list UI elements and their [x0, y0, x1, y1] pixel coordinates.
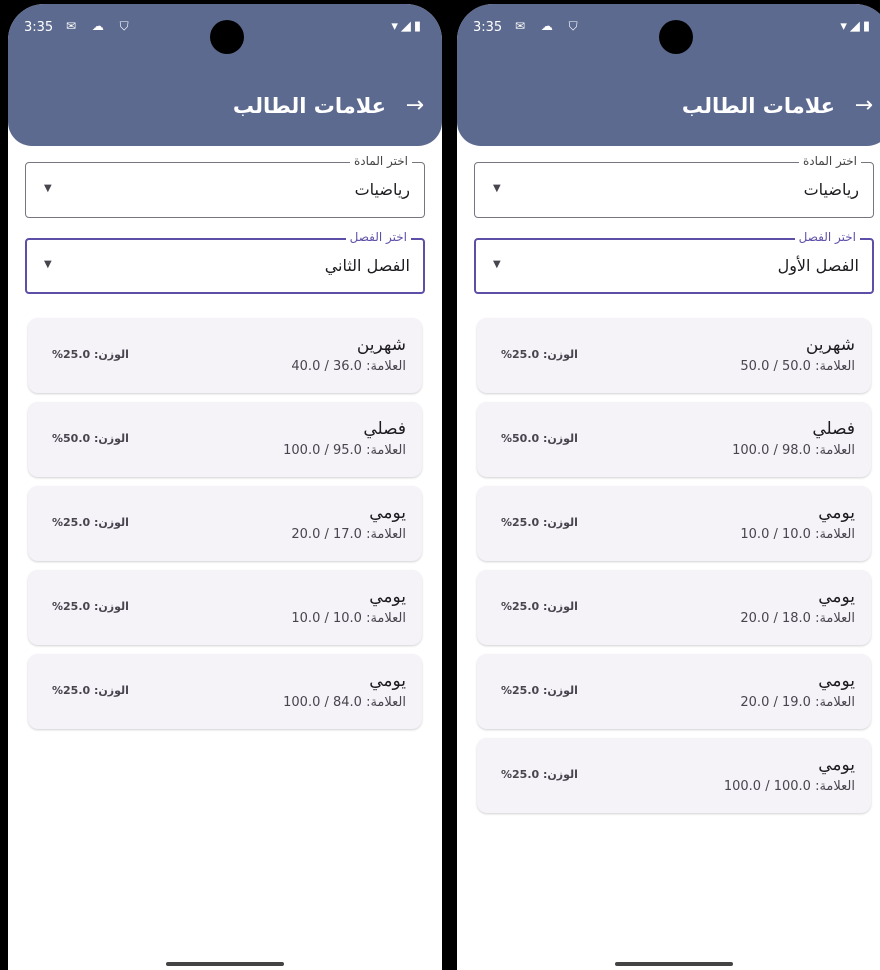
grade-type: يومي	[818, 755, 855, 775]
camera-cutout	[659, 20, 693, 54]
grade-score: العلامة: 17.0 / 20.0	[291, 527, 406, 542]
arrow-forward-icon[interactable]: →	[406, 92, 424, 120]
gesture-home-bar[interactable]	[166, 962, 284, 966]
grade-weight: الوزن: 25.0%	[501, 768, 578, 781]
grade-card[interactable]: يومي العلامة: 10.0 / 10.0 الوزن: 25.0%	[477, 486, 871, 561]
semester-dropdown[interactable]: اختر الفصل الفصل الأول ▼	[474, 229, 874, 294]
page-title: علامات الطالب	[232, 94, 386, 118]
signal-battery-icons: ▾◢▮	[391, 19, 424, 34]
notification-icons: ✉ ☁ ⛉	[515, 19, 584, 33]
grade-type: يومي	[818, 503, 855, 523]
grade-card[interactable]: شهرين العلامة: 50.0 / 50.0 الوزن: 25.0%	[477, 318, 871, 393]
arrow-forward-icon[interactable]: →	[855, 92, 873, 120]
semester-dropdown-value: الفصل الأول	[777, 256, 859, 275]
semester-dropdown[interactable]: اختر الفصل الفصل الثاني ▼	[25, 229, 425, 294]
grade-weight: الوزن: 25.0%	[501, 600, 578, 613]
phone-screen-right: 3:35 ✉ ☁ ⛉ ▾◢▮ → علامات الطالب اختر الما…	[457, 4, 880, 970]
semester-dropdown-label: اختر الفصل	[794, 229, 860, 245]
grade-type: يومي	[369, 671, 406, 691]
grade-weight: الوزن: 25.0%	[501, 684, 578, 697]
subject-dropdown-value: رياضيات	[354, 180, 410, 199]
phone-screen-left: 3:35 ✉ ☁ ⛉ ▾◢▮ → علامات الطالب اختر الما…	[8, 4, 442, 970]
grade-card[interactable]: يومي العلامة: 18.0 / 20.0 الوزن: 25.0%	[477, 570, 871, 645]
grade-weight: الوزن: 50.0%	[52, 432, 129, 445]
camera-cutout	[210, 20, 244, 54]
dropdown-caret-icon: ▼	[493, 259, 501, 270]
subject-dropdown[interactable]: اختر المادة رياضيات ▼	[474, 153, 874, 218]
grade-weight: الوزن: 25.0%	[52, 348, 129, 361]
grade-type: يومي	[818, 587, 855, 607]
grade-weight: الوزن: 25.0%	[52, 684, 129, 697]
gesture-home-bar[interactable]	[615, 962, 733, 966]
page-title: علامات الطالب	[681, 94, 835, 118]
grade-weight: الوزن: 25.0%	[52, 516, 129, 529]
subject-dropdown-label: اختر المادة	[349, 153, 412, 169]
grade-weight: الوزن: 25.0%	[501, 516, 578, 529]
grade-card[interactable]: فصلي العلامة: 95.0 / 100.0 الوزن: 50.0%	[28, 402, 422, 477]
dropdown-caret-icon: ▼	[44, 183, 52, 194]
semester-dropdown-value: الفصل الثاني	[324, 256, 410, 275]
grade-type: فصلي	[812, 419, 855, 439]
semester-dropdown-label: اختر الفصل	[345, 229, 411, 245]
grade-score: العلامة: 18.0 / 20.0	[740, 611, 855, 626]
notification-icons: ✉ ☁ ⛉	[66, 19, 135, 33]
grade-card[interactable]: فصلي العلامة: 98.0 / 100.0 الوزن: 50.0%	[477, 402, 871, 477]
grade-type: يومي	[818, 671, 855, 691]
status-time: 3:35	[473, 20, 503, 35]
status-time: 3:35	[24, 20, 54, 35]
grade-card[interactable]: شهرين العلامة: 36.0 / 40.0 الوزن: 25.0%	[28, 318, 422, 393]
grade-type: شهرين	[805, 335, 855, 355]
grade-weight: الوزن: 50.0%	[501, 432, 578, 445]
grade-card[interactable]: يومي العلامة: 17.0 / 20.0 الوزن: 25.0%	[28, 486, 422, 561]
subject-dropdown-label: اختر المادة	[798, 153, 861, 169]
grade-score: العلامة: 36.0 / 40.0	[291, 359, 406, 374]
grade-card[interactable]: يومي العلامة: 84.0 / 100.0 الوزن: 25.0%	[28, 654, 422, 729]
app-bar: 3:35 ✉ ☁ ⛉ ▾◢▮ → علامات الطالب	[8, 4, 442, 146]
grade-score: العلامة: 84.0 / 100.0	[283, 695, 406, 710]
grade-score: العلامة: 95.0 / 100.0	[283, 443, 406, 458]
app-bar: 3:35 ✉ ☁ ⛉ ▾◢▮ → علامات الطالب	[457, 4, 880, 146]
title-row: → علامات الطالب	[457, 92, 880, 122]
grade-type: يومي	[369, 587, 406, 607]
screenshot-stage: 3:35 ✉ ☁ ⛉ ▾◢▮ → علامات الطالب اختر الما…	[0, 0, 880, 970]
dropdown-caret-icon: ▼	[493, 183, 501, 194]
grade-score: العلامة: 50.0 / 50.0	[740, 359, 855, 374]
grade-type: يومي	[369, 503, 406, 523]
grade-card[interactable]: يومي العلامة: 100.0 / 100.0 الوزن: 25.0%	[477, 738, 871, 813]
grade-score: العلامة: 100.0 / 100.0	[723, 779, 855, 794]
grade-score: العلامة: 10.0 / 10.0	[740, 527, 855, 542]
subject-dropdown-value: رياضيات	[803, 180, 859, 199]
grade-card[interactable]: يومي العلامة: 10.0 / 10.0 الوزن: 25.0%	[28, 570, 422, 645]
subject-dropdown[interactable]: اختر المادة رياضيات ▼	[25, 153, 425, 218]
grade-weight: الوزن: 25.0%	[501, 348, 578, 361]
grade-type: فصلي	[363, 419, 406, 439]
title-row: → علامات الطالب	[8, 92, 442, 122]
grade-weight: الوزن: 25.0%	[52, 600, 129, 613]
signal-battery-icons: ▾◢▮	[840, 19, 873, 34]
grade-card[interactable]: يومي العلامة: 19.0 / 20.0 الوزن: 25.0%	[477, 654, 871, 729]
grade-type: شهرين	[356, 335, 406, 355]
grade-score: العلامة: 98.0 / 100.0	[732, 443, 855, 458]
grade-score: العلامة: 10.0 / 10.0	[291, 611, 406, 626]
dropdown-caret-icon: ▼	[44, 259, 52, 270]
grade-score: العلامة: 19.0 / 20.0	[740, 695, 855, 710]
